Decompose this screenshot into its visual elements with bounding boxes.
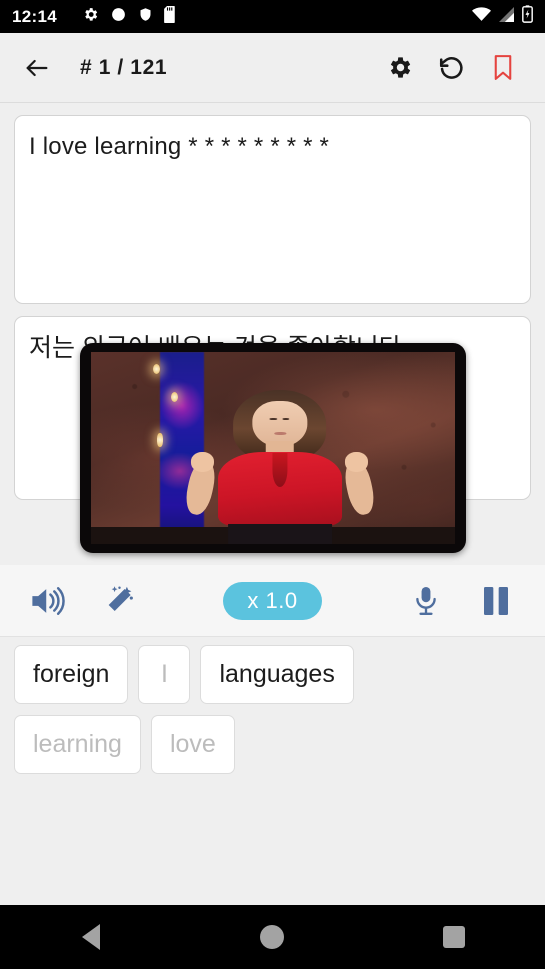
gear-icon bbox=[82, 6, 99, 28]
battery-charging-icon bbox=[522, 5, 533, 28]
page-title: # 1 / 121 bbox=[80, 56, 167, 80]
stage-bulb-icon bbox=[157, 433, 163, 447]
word-chip[interactable]: languages bbox=[200, 645, 353, 704]
video-player[interactable] bbox=[80, 343, 466, 553]
word-bank-row: foreign I languages bbox=[14, 645, 531, 704]
nav-back-button[interactable] bbox=[46, 905, 136, 969]
word-chip[interactable]: love bbox=[151, 715, 235, 774]
pause-button[interactable] bbox=[461, 585, 531, 617]
back-button[interactable] bbox=[16, 47, 58, 89]
english-sentence-card[interactable]: I love learning * * * * * * * * * bbox=[14, 115, 531, 304]
word-bank: foreign I languages learning love bbox=[0, 645, 545, 785]
sdcard-icon bbox=[164, 6, 177, 28]
gear-icon bbox=[386, 54, 413, 81]
status-bar-left: 12:14 bbox=[12, 6, 472, 28]
pause-icon bbox=[481, 585, 511, 617]
status-time: 12:14 bbox=[12, 7, 57, 27]
arrow-left-icon bbox=[23, 54, 51, 82]
speaker-neckline bbox=[272, 453, 287, 487]
speaker-eye bbox=[270, 418, 277, 420]
square-recents-icon bbox=[443, 926, 465, 948]
video-frame bbox=[91, 352, 455, 544]
word-chip[interactable]: learning bbox=[14, 715, 141, 774]
word-chip[interactable]: foreign bbox=[14, 645, 128, 704]
speaker-mouth bbox=[274, 432, 286, 435]
playback-control-bar: x 1.0 bbox=[0, 565, 545, 637]
circle-home-icon bbox=[260, 925, 284, 949]
speed-control[interactable]: x 1.0 bbox=[154, 582, 391, 620]
playback-speed-label[interactable]: x 1.0 bbox=[223, 582, 321, 620]
bookmark-button[interactable] bbox=[477, 44, 529, 92]
hint-button[interactable] bbox=[84, 585, 154, 617]
shield-icon bbox=[138, 6, 153, 28]
app-toolbar: # 1 / 121 bbox=[0, 33, 545, 103]
status-bar-right bbox=[472, 5, 533, 28]
cellular-signal-icon bbox=[498, 7, 515, 27]
rotate-left-icon bbox=[437, 53, 466, 82]
video-speaker-person bbox=[196, 390, 363, 544]
microphone-icon bbox=[413, 585, 439, 617]
wifi-icon bbox=[472, 7, 491, 27]
word-chip[interactable]: I bbox=[138, 645, 190, 704]
microphone-button[interactable] bbox=[391, 585, 461, 617]
speaker-eye bbox=[282, 418, 289, 420]
bookmark-icon bbox=[490, 53, 516, 82]
magic-wand-icon bbox=[102, 585, 136, 617]
android-nav-bar bbox=[0, 905, 545, 969]
triangle-back-icon bbox=[82, 924, 100, 950]
stage-bulb-icon bbox=[153, 364, 160, 374]
volume-button[interactable] bbox=[14, 585, 84, 617]
nav-recents-button[interactable] bbox=[409, 905, 499, 969]
status-bar: 12:14 bbox=[0, 0, 545, 33]
app-root: 12:14 bbox=[0, 0, 545, 969]
english-sentence-text: I love learning * * * * * * * * * bbox=[29, 132, 516, 162]
restart-button[interactable] bbox=[425, 44, 477, 92]
nav-home-button[interactable] bbox=[227, 905, 317, 969]
volume-up-icon bbox=[31, 585, 67, 617]
word-bank-row: learning love bbox=[14, 715, 531, 774]
circle-icon bbox=[110, 6, 127, 28]
settings-button[interactable] bbox=[373, 44, 425, 92]
speaker-skirt bbox=[228, 524, 332, 544]
